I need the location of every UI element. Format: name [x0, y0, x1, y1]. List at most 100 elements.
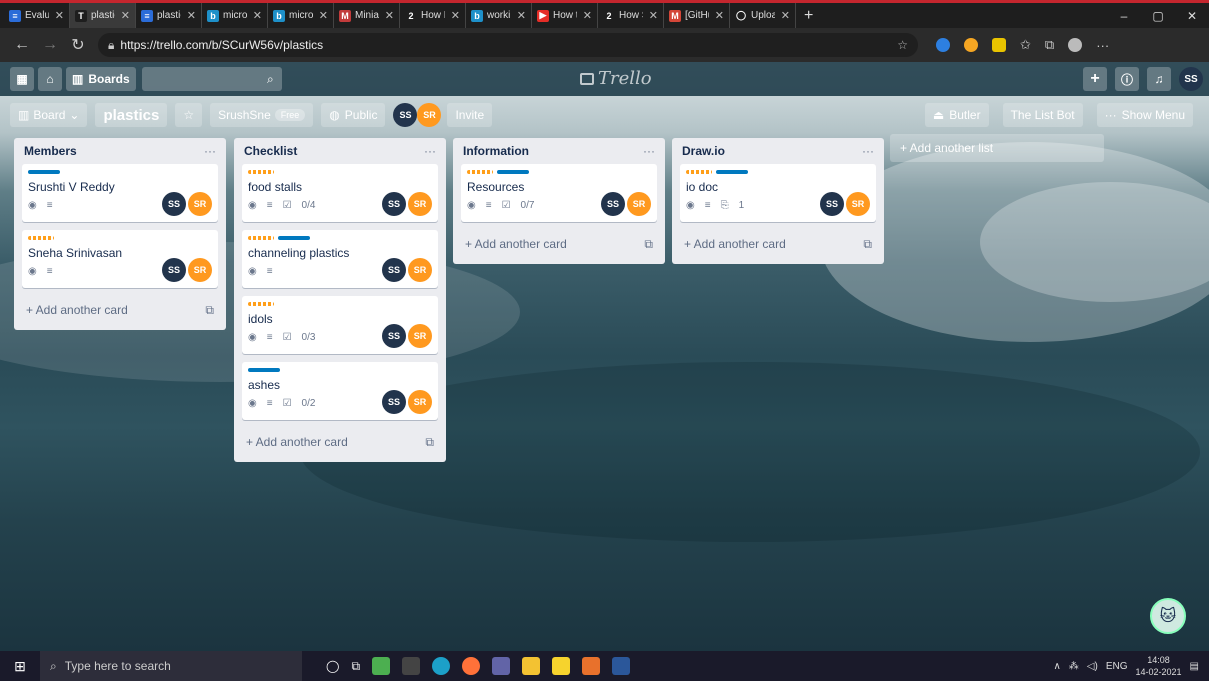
- tab-close-icon[interactable]: ✕: [517, 9, 526, 22]
- list-header[interactable]: Information ···: [461, 138, 657, 164]
- mascot-icon[interactable]: 🐱︎: [1150, 598, 1186, 634]
- member-avatar-ss[interactable]: SS: [393, 103, 418, 127]
- browser-tab[interactable]: ◯ Upload ✕: [730, 3, 796, 28]
- file-explorer-icon[interactable]: [522, 657, 541, 675]
- close-window-button[interactable]: ✕: [1175, 9, 1209, 23]
- back-button[interactable]: ←: [8, 36, 36, 54]
- extension-icon-yellow[interactable]: [992, 38, 1006, 52]
- collections-icon[interactable]: ⧉: [1045, 37, 1054, 53]
- refresh-button[interactable]: ↻: [64, 35, 92, 55]
- add-card-button[interactable]: + Add another card ⧉: [242, 428, 438, 456]
- task-view-icon[interactable]: ⧉: [351, 659, 360, 674]
- member-avatar-sr[interactable]: SR: [408, 192, 432, 216]
- tab-close-icon[interactable]: ✕: [451, 9, 460, 22]
- member-avatar-sr[interactable]: SR: [188, 258, 212, 282]
- card[interactable]: io doc ◉ ≡ ⎘ 1 SS SR: [680, 164, 876, 222]
- member-avatar-sr[interactable]: SR: [188, 192, 212, 216]
- card[interactable]: ashes ◉ ≡ ☑ 0/2 SS SR: [242, 362, 438, 420]
- cortana-icon[interactable]: ◯: [326, 659, 339, 673]
- firefox-icon[interactable]: [462, 657, 481, 675]
- app-icon-1[interactable]: [372, 657, 391, 675]
- board-name[interactable]: plastics: [95, 103, 168, 127]
- board-view-switcher[interactable]: ▥ Board ⌄: [10, 103, 88, 127]
- invite-button[interactable]: Invite: [447, 103, 493, 127]
- card[interactable]: food stalls ◉ ≡ ☑ 0/4 SS SR: [242, 164, 438, 222]
- star-board-button[interactable]: ☆: [175, 103, 203, 127]
- apps-grid-button[interactable]: ▦: [10, 67, 34, 91]
- tray-chevron-icon[interactable]: ∧: [1053, 661, 1060, 672]
- member-avatar-sr[interactable]: SR: [417, 103, 442, 127]
- notification-center-icon[interactable]: ▤: [1190, 661, 1199, 672]
- browser-tab[interactable]: 2 How Sw ✕: [598, 3, 664, 28]
- board-search-input[interactable]: ⌕: [141, 67, 282, 91]
- member-avatar-ss[interactable]: SS: [382, 390, 406, 414]
- template-icon[interactable]: ⧉: [425, 435, 434, 450]
- profile-icon[interactable]: [1068, 38, 1083, 52]
- tab-close-icon[interactable]: ✕: [55, 9, 64, 22]
- show-menu-button[interactable]: ··· Show Menu: [1096, 103, 1193, 127]
- card[interactable]: channeling plastics ◉ ≡ SS SR: [242, 230, 438, 288]
- volume-icon[interactable]: ◁): [1087, 661, 1098, 672]
- word-icon[interactable]: [612, 657, 631, 675]
- butler-button[interactable]: ⏏ Butler: [924, 103, 989, 127]
- browser-tab[interactable]: ≡ Evaluati ✕: [4, 3, 70, 28]
- user-avatar[interactable]: SS: [1179, 67, 1203, 91]
- browser-tab[interactable]: M [GitHub ✕: [664, 3, 730, 28]
- matlab-icon[interactable]: [582, 657, 601, 675]
- edge-icon[interactable]: [432, 657, 451, 675]
- tab-close-icon[interactable]: ✕: [583, 9, 592, 22]
- card[interactable]: Srushti V Reddy ◉ ≡ SS SR: [22, 164, 218, 222]
- favorite-star-icon[interactable]: ☆: [897, 38, 908, 52]
- tab-close-icon[interactable]: ✕: [649, 9, 658, 22]
- tab-close-icon[interactable]: ✕: [187, 9, 196, 22]
- tab-close-icon[interactable]: ✕: [121, 9, 130, 22]
- card[interactable]: idols ◉ ≡ ☑ 0/3 SS SR: [242, 296, 438, 354]
- forward-button[interactable]: →: [36, 36, 64, 54]
- browser-tab[interactable]: ≡ plastics ✕: [136, 3, 202, 28]
- member-avatar-ss[interactable]: SS: [162, 192, 186, 216]
- tab-close-icon[interactable]: ✕: [781, 9, 790, 22]
- home-button[interactable]: ⌂: [38, 67, 62, 91]
- browser-tab[interactable]: Tplastics ✕: [70, 3, 136, 28]
- trello-logo[interactable]: Trello: [580, 68, 652, 89]
- list-header[interactable]: Members ···: [22, 138, 218, 164]
- app-icon-2[interactable]: [402, 657, 421, 675]
- member-avatar-sr[interactable]: SR: [627, 192, 651, 216]
- browser-tab[interactable]: b micro m ✕: [268, 3, 334, 28]
- notifications-button[interactable]: ♫: [1147, 67, 1171, 91]
- more-icon[interactable]: ···: [1096, 38, 1109, 53]
- list-menu-icon[interactable]: ···: [862, 144, 874, 158]
- info-button[interactable]: ⓘ: [1114, 67, 1139, 91]
- boards-button[interactable]: ▥ Boards: [66, 67, 136, 91]
- minimize-button[interactable]: –: [1107, 9, 1141, 23]
- member-avatar-ss[interactable]: SS: [382, 258, 406, 282]
- visibility-button[interactable]: ◍ Public: [321, 103, 386, 127]
- list-bot-button[interactable]: The List Bot: [1002, 103, 1083, 127]
- extension-icon-orange[interactable]: [964, 38, 978, 52]
- member-avatar-ss[interactable]: SS: [162, 258, 186, 282]
- template-icon[interactable]: ⧉: [644, 237, 653, 252]
- add-card-button[interactable]: + Add another card ⧉: [461, 230, 657, 258]
- member-avatar-sr[interactable]: SR: [408, 390, 432, 414]
- list-menu-icon[interactable]: ···: [643, 144, 655, 158]
- sticky-notes-icon[interactable]: [552, 657, 571, 675]
- browser-tab[interactable]: M Miniatu ✕: [334, 3, 400, 28]
- url-input[interactable]: 🔒︎ https://trello.com/b/SCurW56v/plastic…: [98, 33, 918, 57]
- add-card-button[interactable]: + Add another card ⧉: [22, 296, 218, 324]
- clock[interactable]: 14:08 14-02-2021: [1136, 654, 1182, 678]
- member-avatar-sr[interactable]: SR: [846, 192, 870, 216]
- extension-icon-blue[interactable]: [936, 38, 950, 52]
- template-icon[interactable]: ⧉: [863, 237, 872, 252]
- browser-tab[interactable]: 2 How Ma ✕: [400, 3, 466, 28]
- add-card-button[interactable]: + Add another card ⧉: [680, 230, 876, 258]
- browser-tab[interactable]: b micro m ✕: [202, 3, 268, 28]
- taskbar-search-input[interactable]: ⌕ Type here to search: [40, 651, 302, 681]
- card[interactable]: Resources ◉ ≡ ☑ 0/7 SS SR: [461, 164, 657, 222]
- tab-close-icon[interactable]: ✕: [385, 9, 394, 22]
- maximize-button[interactable]: ▢: [1141, 9, 1175, 23]
- list-menu-icon[interactable]: ···: [424, 144, 436, 158]
- network-icon[interactable]: ⁂: [1069, 661, 1079, 672]
- teams-icon[interactable]: [492, 657, 511, 675]
- tab-close-icon[interactable]: ✕: [319, 9, 328, 22]
- tab-close-icon[interactable]: ✕: [253, 9, 262, 22]
